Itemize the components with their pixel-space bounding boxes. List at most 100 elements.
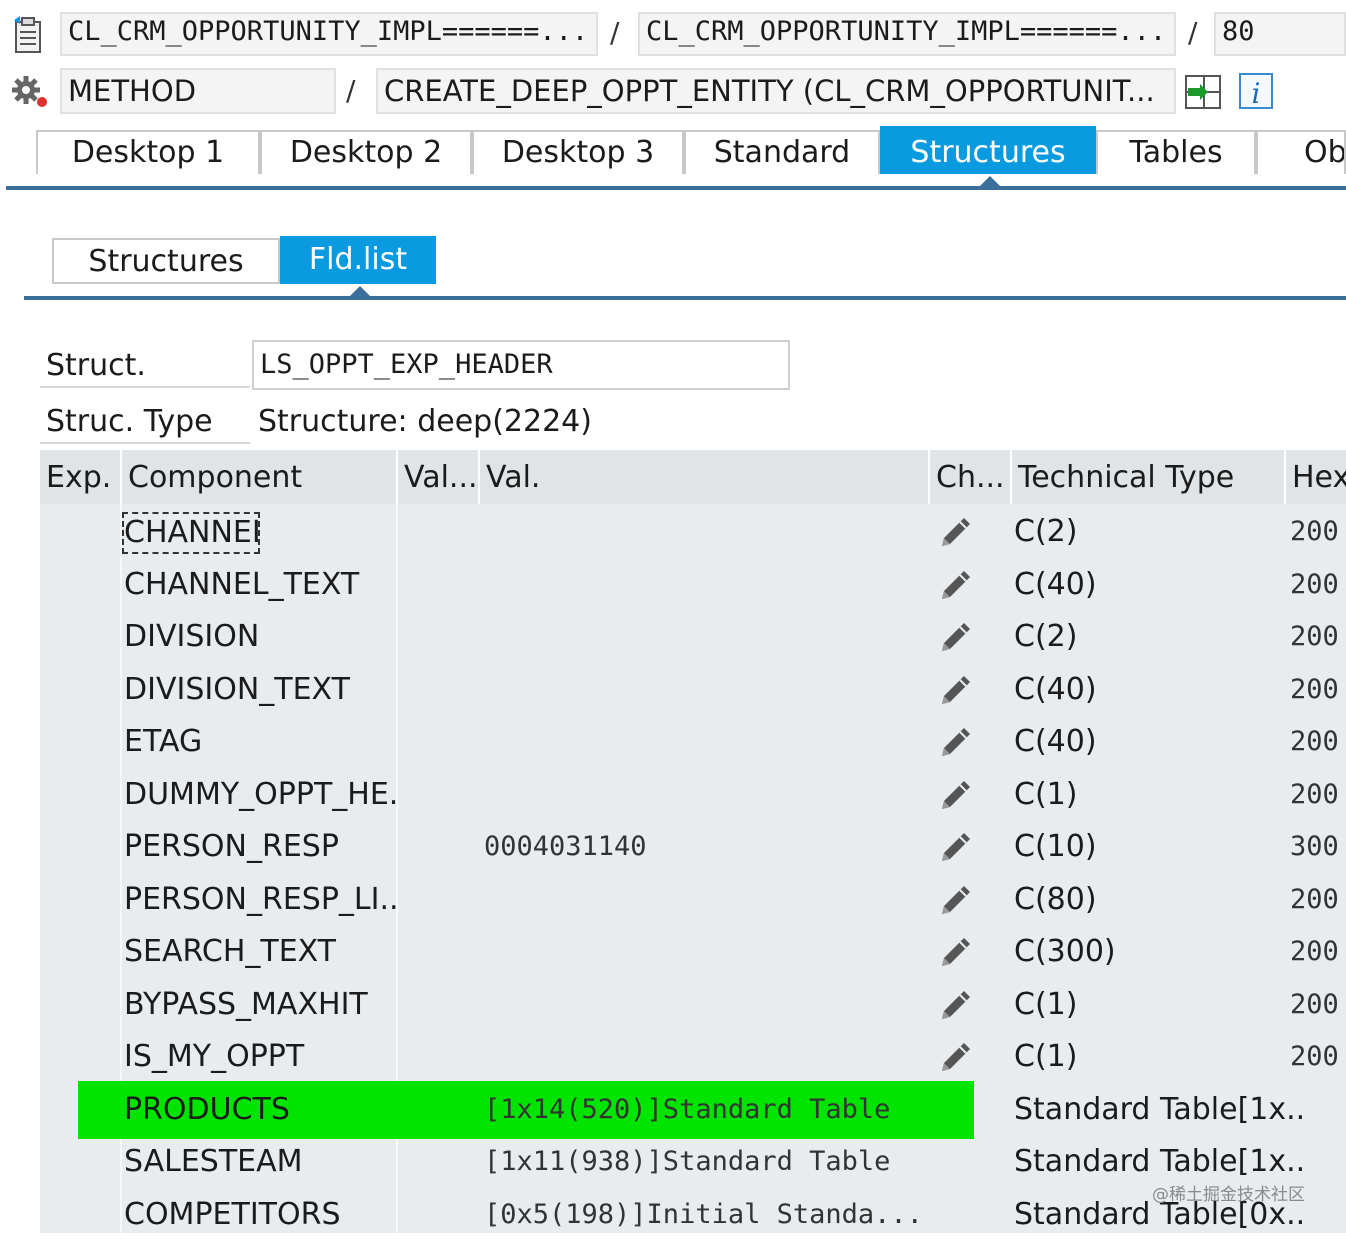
table-row[interactable]: PERSON_RESP 0004031140 C(10) 300 — [40, 821, 1346, 873]
component-cell[interactable]: ETAG — [124, 716, 396, 768]
tab-desktop-1[interactable]: Desktop 1 — [36, 130, 260, 174]
value-cell[interactable] — [484, 979, 934, 1031]
component-cell[interactable]: DIVISION — [124, 611, 396, 663]
tab-strip-underline — [6, 186, 1346, 190]
pencil-icon[interactable] — [936, 670, 976, 710]
value-cell[interactable] — [484, 769, 934, 821]
value-cell[interactable]: [0x5(198)]Initial Standa... — [484, 1189, 934, 1241]
component-cell[interactable]: IS_MY_OPPT — [124, 1031, 396, 1083]
component-cell[interactable]: DUMMY_OPPT_HE.. — [124, 769, 396, 821]
value-cell[interactable]: 0004031140 — [484, 821, 934, 873]
navigate-icon[interactable] — [1184, 74, 1222, 110]
tab-desktop-3[interactable]: Desktop 3 — [472, 130, 684, 174]
technical-type-cell: C(1) — [1014, 1039, 1078, 1074]
component-cell[interactable]: PRODUCTS — [124, 1084, 396, 1136]
component-cell[interactable]: DIVISION_TEXT — [124, 664, 396, 716]
component-cell[interactable]: PERSON_RESP — [124, 821, 396, 873]
value-cell[interactable] — [484, 506, 934, 558]
pencil-icon[interactable] — [936, 617, 976, 657]
hex-cell: 200 — [1290, 516, 1339, 547]
col-header-val[interactable]: Val. — [480, 450, 930, 504]
pencil-icon[interactable] — [936, 565, 976, 605]
component-cell[interactable]: BYPASS_MAXHIT — [124, 979, 396, 1031]
hex-cell: 200 — [1290, 936, 1339, 967]
component-cell[interactable]: CHANNEL — [122, 512, 260, 554]
pencil-icon[interactable] — [936, 1037, 976, 1077]
value-cell[interactable] — [484, 611, 934, 663]
type-field[interactable]: METHOD — [60, 68, 336, 114]
pencil-icon[interactable] — [936, 827, 976, 867]
struct-type-value: Structure: deep(2224) — [258, 404, 592, 439]
tab-desktop-2[interactable]: Desktop 2 — [260, 130, 472, 174]
table-row[interactable]: PERSON_RESP_LI... C(80) 200 — [40, 874, 1346, 926]
info-icon[interactable]: i — [1238, 72, 1274, 110]
table-row[interactable]: DIVISION_TEXT C(40) 200 — [40, 664, 1346, 716]
active-subtab-caret — [348, 286, 372, 298]
col-header-technical-type[interactable]: Technical Type — [1012, 450, 1286, 504]
value-cell[interactable]: [1x11(938)]Standard Table — [484, 1136, 934, 1188]
value-cell[interactable] — [484, 664, 934, 716]
value-cell[interactable] — [484, 716, 934, 768]
class-field-2[interactable]: CL_CRM_OPPORTUNITY_IMPL======... — [638, 12, 1176, 56]
table-row[interactable]: COMPETITORS [0x5(198)]Initial Standa... St… — [40, 1189, 1346, 1241]
hex-cell: 200 — [1290, 621, 1339, 652]
component-cell[interactable]: PERSON_RESP_LI... — [124, 874, 396, 926]
struct-input[interactable]: LS_OPPT_EXP_HEADER — [252, 340, 790, 390]
line-number-field[interactable]: 80 — [1214, 12, 1346, 56]
value-cell[interactable] — [484, 874, 934, 926]
col-header-hex[interactable]: Hex — [1286, 450, 1346, 504]
pencil-icon[interactable] — [936, 722, 976, 762]
technical-type-cell: C(40) — [1014, 567, 1097, 602]
component-cell[interactable]: SEARCH_TEXT — [124, 926, 396, 978]
hex-cell: 200 — [1290, 726, 1339, 757]
tab-objects[interactable]: Obj — [1256, 130, 1346, 174]
struct-type-label: Struc. Type — [46, 404, 213, 439]
table-row[interactable]: DUMMY_OPPT_HE.. C(1) 200 — [40, 769, 1346, 821]
table-row[interactable]: PRODUCTS [1x14(520)]Standard Table Standar… — [40, 1081, 1346, 1139]
table-row[interactable]: BYPASS_MAXHIT C(1) 200 — [40, 979, 1346, 1031]
hex-cell: 300 — [1290, 831, 1339, 862]
subtab-field-list[interactable]: Fld.list — [280, 236, 436, 284]
technical-type-cell: C(10) — [1014, 829, 1097, 864]
tab-tables[interactable]: Tables — [1096, 130, 1256, 174]
component-cell[interactable]: COMPETITORS — [124, 1189, 396, 1241]
table-row[interactable]: IS_MY_OPPT C(1) 200 — [40, 1031, 1346, 1083]
component-cell[interactable]: SALESTEAM — [124, 1136, 396, 1188]
technical-type-cell: C(1) — [1014, 777, 1078, 812]
pencil-icon[interactable] — [936, 880, 976, 920]
struct-type-label-underline — [40, 442, 250, 444]
value-cell[interactable] — [484, 1031, 934, 1083]
settings-gear-icon[interactable] — [10, 74, 50, 110]
col-header-exp[interactable]: Exp. — [40, 450, 122, 504]
hex-cell — [1290, 1084, 1346, 1136]
table-row[interactable]: CHANNEL_TEXT C(40) 200 — [40, 559, 1346, 611]
table-row[interactable]: SALESTEAM [1x11(938)]Standard Table Standa… — [40, 1136, 1346, 1188]
tab-structures[interactable]: Structures — [880, 126, 1096, 174]
value-cell[interactable] — [484, 559, 934, 611]
method-field[interactable]: CREATE_DEEP_OPPT_ENTITY (CL_CRM_OPPORTUN… — [376, 68, 1176, 114]
subtab-structures[interactable]: Structures — [52, 238, 280, 284]
hex-cell: 200 — [1290, 884, 1339, 915]
table-row[interactable]: SEARCH_TEXT C(300) 200 — [40, 926, 1346, 978]
table-row[interactable]: DIVISION C(2) 200 — [40, 611, 1346, 663]
col-header-val-short[interactable]: Val... — [398, 450, 480, 504]
technical-type-cell: C(2) — [1014, 619, 1078, 654]
pencil-icon[interactable] — [936, 512, 976, 552]
class-field-1[interactable]: CL_CRM_OPPORTUNITY_IMPL======... — [60, 12, 598, 56]
active-tab-caret — [978, 176, 1002, 188]
pencil-icon[interactable] — [936, 985, 976, 1025]
value-cell[interactable]: [1x14(520)]Standard Table — [484, 1084, 934, 1136]
program-icon[interactable] — [12, 16, 46, 54]
col-header-component[interactable]: Component — [122, 450, 398, 504]
technical-type-cell: Standard Table[1x... — [1014, 1092, 1304, 1127]
pencil-icon[interactable] — [936, 932, 976, 972]
tab-standard[interactable]: Standard — [684, 130, 880, 174]
pencil-icon[interactable] — [936, 775, 976, 815]
table-row[interactable]: CHANNEL C(2) 200 — [40, 506, 1346, 558]
table-row[interactable]: ETAG C(40) 200 — [40, 716, 1346, 768]
value-cell[interactable] — [484, 926, 934, 978]
technical-type-cell: C(1) — [1014, 987, 1078, 1022]
technical-type-cell: C(40) — [1014, 672, 1097, 707]
col-header-changeable[interactable]: Ch... — [930, 450, 1012, 504]
component-cell[interactable]: CHANNEL_TEXT — [124, 559, 396, 611]
